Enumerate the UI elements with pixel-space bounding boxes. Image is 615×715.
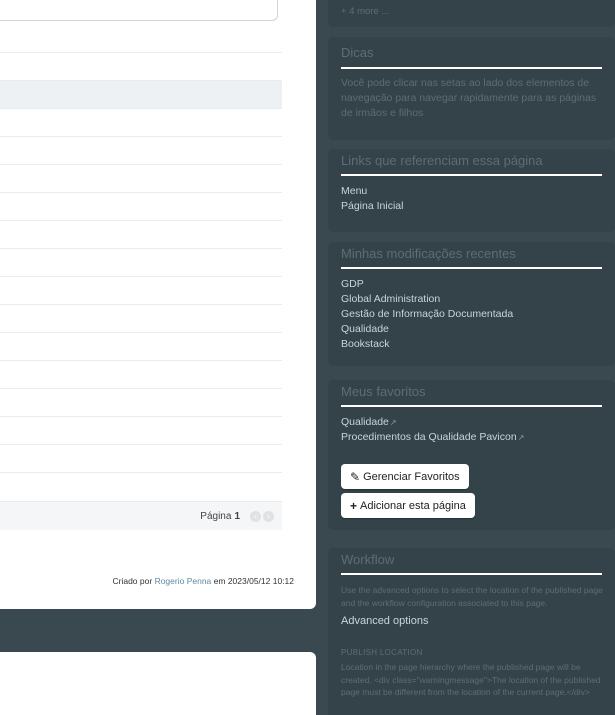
table-row[interactable] xyxy=(0,109,282,137)
favorite-item[interactable]: Qualidade↗ xyxy=(341,415,524,430)
page-content-card: Página 1 ‹ › Criado por Rogerio Penna em… xyxy=(0,0,316,609)
external-link-icon: ↗ xyxy=(389,418,397,427)
table-header-row xyxy=(0,81,282,109)
divider xyxy=(341,267,602,269)
results-table xyxy=(0,25,282,473)
author-link[interactable]: Rogerio Penna xyxy=(155,576,212,586)
favorite-label: Procedimentos da Qualidade Pavicon xyxy=(341,431,517,443)
manage-favorites-button[interactable]: ✎ Gerenciar Favoritos xyxy=(341,464,469,489)
recent-item[interactable]: Bookstack xyxy=(341,337,513,352)
backlinks-list: Menu Página Inicial xyxy=(341,184,403,214)
credit-date: em 2023/05/12 10:12 xyxy=(213,576,294,586)
table-row[interactable] xyxy=(0,417,282,445)
panel-title: Minhas modificações recentes xyxy=(341,246,516,261)
panel-favorites: Meus favoritos Qualidade↗ Procedimentos … xyxy=(328,380,615,530)
divider xyxy=(341,573,602,575)
pagination-label: Página xyxy=(200,510,232,522)
more-link[interactable]: + 4 more ... xyxy=(341,6,389,17)
favorite-item[interactable]: Procedimentos da Qualidade Pavicon↗ xyxy=(341,430,524,445)
publish-location-label: PUBLISH LOCATION xyxy=(341,648,423,657)
backlink-home[interactable]: Página Inicial xyxy=(341,199,403,214)
divider xyxy=(341,405,602,407)
table-row[interactable] xyxy=(0,221,282,249)
recent-item[interactable]: Gestão de Informação Documentada xyxy=(341,307,513,322)
recent-item[interactable]: Qualidade xyxy=(341,322,513,337)
plus-icon: + xyxy=(350,498,358,513)
credit-prefix: Criado por xyxy=(112,576,153,586)
publish-location-help: Location in the page hierarchy where the… xyxy=(341,662,601,697)
favorite-label: Qualidade xyxy=(341,416,389,428)
panel-title: Dicas xyxy=(341,45,374,60)
panel-recent-changes: Minhas modificações recentes GDP Global … xyxy=(328,242,615,366)
favorites-list: Qualidade↗ Procedimentos da Qualidade Pa… xyxy=(341,415,524,445)
divider xyxy=(341,174,602,176)
panel-tips: Dicas Você pode clicar nas setas ao lado… xyxy=(328,37,615,140)
table-row[interactable] xyxy=(0,25,282,53)
button-label: Adicionar esta página xyxy=(360,499,466,512)
panel-navigation: + 4 more ... xyxy=(328,0,615,27)
backlink-menu[interactable]: Menu xyxy=(341,184,403,199)
table-row[interactable] xyxy=(0,193,282,221)
table-row[interactable] xyxy=(0,389,282,417)
pagination: Página 1 ‹ › xyxy=(0,501,282,530)
add-favorite-button[interactable]: + Adicionar esta página xyxy=(341,493,475,518)
external-link-icon: ↗ xyxy=(517,433,525,442)
table-row[interactable] xyxy=(0,137,282,165)
table-row[interactable] xyxy=(0,277,282,305)
panel-backlinks: Links que referenciam essa página Menu P… xyxy=(328,149,615,232)
advanced-options-link[interactable]: Advanced options xyxy=(341,615,428,627)
table-row[interactable] xyxy=(0,165,282,193)
comments-card xyxy=(0,652,316,715)
pagination-current-page: 1 xyxy=(234,510,240,522)
divider xyxy=(341,67,602,69)
next-page-icon[interactable]: › xyxy=(263,510,274,522)
recent-list: GDP Global Administration Gestão de Info… xyxy=(341,277,513,352)
panel-title: Meus favoritos xyxy=(341,384,426,399)
recent-item[interactable]: Global Administration xyxy=(341,292,513,307)
table-row[interactable] xyxy=(0,361,282,389)
recent-item[interactable]: GDP xyxy=(341,277,513,292)
button-label: Gerenciar Favoritos xyxy=(363,470,460,483)
previous-page-icon[interactable]: ‹ xyxy=(250,510,261,522)
table-row[interactable] xyxy=(0,305,282,333)
edit-icon: ✎ xyxy=(350,469,361,484)
panel-title: Links que referenciam essa página xyxy=(341,153,543,168)
tips-text: Você pode clicar nas setas ao lado dos e… xyxy=(341,77,597,119)
workflow-intro: Use the advanced options to select the l… xyxy=(341,585,603,608)
page-credit: Criado por Rogerio Penna em 2023/05/12 1… xyxy=(113,576,295,586)
table-row[interactable] xyxy=(0,53,282,81)
table-row[interactable] xyxy=(0,333,282,361)
panel-title: Workflow xyxy=(341,552,395,567)
table-row[interactable] xyxy=(0,445,282,473)
filter-input[interactable] xyxy=(0,0,278,21)
table-row[interactable] xyxy=(0,249,282,277)
